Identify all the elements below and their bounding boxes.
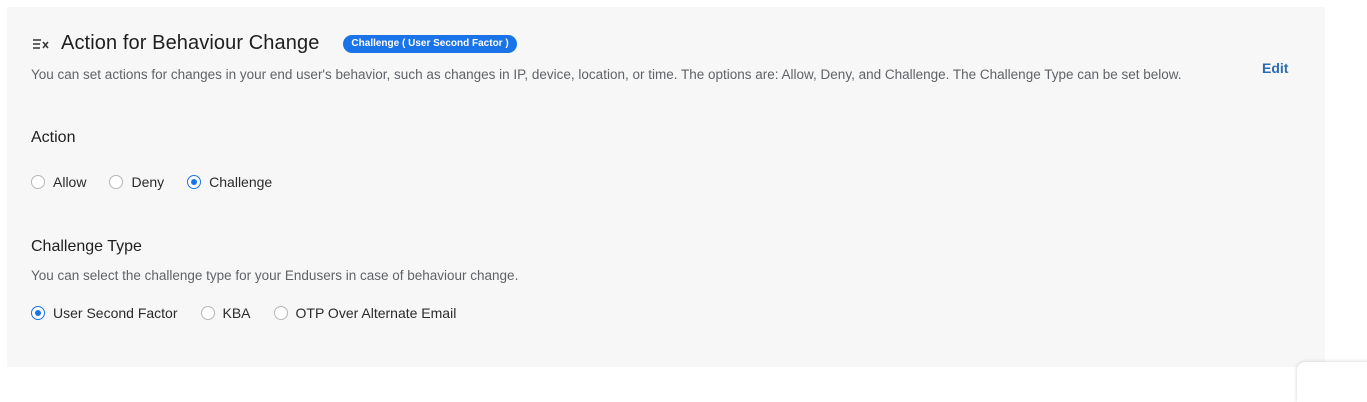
- behaviour-change-card: Action for Behaviour Change Challenge ( …: [7, 7, 1325, 367]
- kba-radio-label: KBA: [222, 305, 251, 321]
- challenge-type-option-user-second-factor[interactable]: User Second Factor: [31, 305, 178, 321]
- action-option-deny[interactable]: Deny: [109, 174, 164, 190]
- challenge-type-description: You can select the challenge type for yo…: [31, 268, 519, 283]
- user-second-factor-radio[interactable]: [31, 306, 45, 320]
- status-badge: Challenge ( User Second Factor ): [343, 34, 517, 53]
- deny-radio[interactable]: [109, 175, 124, 189]
- challenge-radio[interactable]: [187, 175, 202, 189]
- user-second-factor-radio-label: User Second Factor: [53, 305, 178, 321]
- section-title: Action for Behaviour Change: [61, 32, 320, 54]
- challenge-type-heading: Challenge Type: [31, 238, 142, 255]
- edit-link[interactable]: Edit: [1262, 60, 1288, 76]
- action-heading: Action: [31, 129, 76, 146]
- otp-email-radio-label: OTP Over Alternate Email: [295, 305, 457, 321]
- action-option-challenge[interactable]: Challenge: [187, 174, 272, 190]
- action-radio-group: Allow Deny Challenge: [31, 174, 295, 190]
- allow-radio-label: Allow: [53, 174, 87, 190]
- allow-radio[interactable]: [31, 175, 45, 189]
- otp-email-radio[interactable]: [273, 306, 288, 320]
- help-widget[interactable]: [1297, 362, 1367, 402]
- challenge-type-radio-group: User Second Factor KBA OTP Over Alternat…: [31, 305, 479, 321]
- challenge-radio-label: Challenge: [209, 174, 273, 190]
- kba-radio[interactable]: [200, 306, 215, 320]
- action-option-allow[interactable]: Allow: [31, 174, 86, 190]
- section-description: You can set actions for changes in your …: [31, 67, 1182, 82]
- filter-x-icon: [31, 34, 51, 54]
- challenge-type-option-kba[interactable]: KBA: [200, 305, 251, 321]
- section-header: Action for Behaviour Change Challenge ( …: [31, 32, 517, 55]
- deny-radio-label: Deny: [131, 174, 165, 190]
- challenge-type-option-otp-email[interactable]: OTP Over Alternate Email: [273, 305, 457, 321]
